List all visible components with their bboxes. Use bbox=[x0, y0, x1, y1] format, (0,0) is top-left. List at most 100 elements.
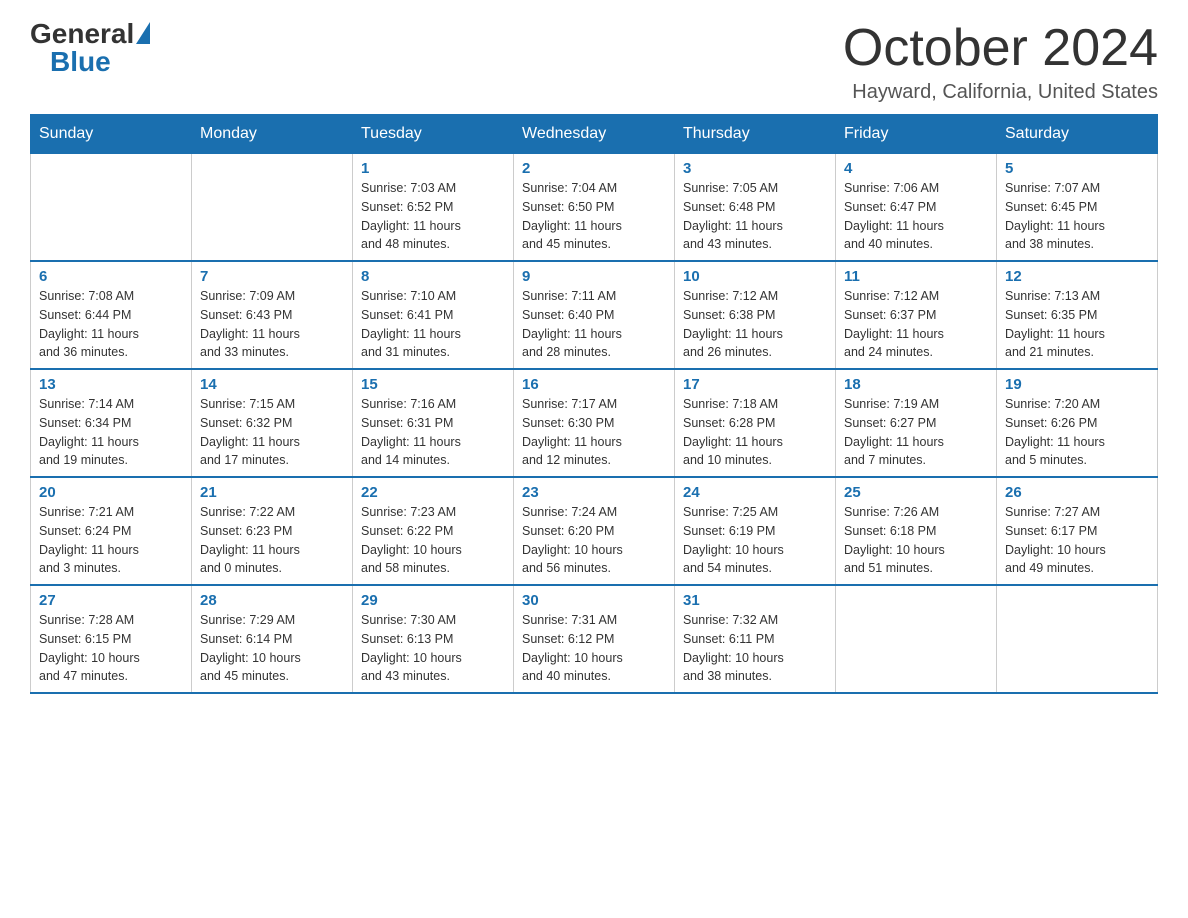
table-cell: 10Sunrise: 7:12 AM Sunset: 6:38 PM Dayli… bbox=[675, 261, 836, 369]
table-cell: 20 Sunrise: 7:21 AM Sunset: 6:24 PM Dayli… bbox=[31, 477, 192, 585]
table-cell: 28 Sunrise: 7:29 AM Sunset: 6:14 PM Dayli… bbox=[192, 585, 353, 693]
day-info: Sunrise: 7:11 AM Sunset: 6:40 PM Dayligh… bbox=[522, 287, 666, 362]
day-info: Sunrise: 7:17 AM Sunset: 6:30 PM Dayligh… bbox=[522, 395, 666, 470]
day-info: Sunrise: 7:18 AM Sunset: 6:28 PM Dayligh… bbox=[683, 395, 827, 470]
day-info: Sunrise: 7:30 AM Sunset: 6:13 PM Dayligh… bbox=[361, 611, 505, 686]
day-info: Sunrise: 7:25 AM Sunset: 6:19 PM Dayligh… bbox=[683, 503, 827, 578]
table-cell: 18 Sunrise: 7:19 AM Sunset: 6:27 PM Dayli… bbox=[836, 369, 997, 477]
day-number: 30 bbox=[522, 592, 666, 609]
day-info: Sunrise: 7:12 AM Sunset: 6:37 PM Dayligh… bbox=[844, 287, 988, 362]
header-row: SundayMondayTuesdayWednesdayThursdayFrid… bbox=[31, 115, 1158, 154]
day-info: Sunrise: 7:28 AM Sunset: 6:15 PM Dayligh… bbox=[39, 611, 183, 686]
week-row-2: 6Sunrise: 7:08 AM Sunset: 6:44 PM Daylig… bbox=[31, 261, 1158, 369]
day-info: Sunrise: 7:15 AM Sunset: 6:32 PM Dayligh… bbox=[200, 395, 344, 470]
day-number: 12 bbox=[1005, 268, 1149, 285]
header-friday: Friday bbox=[836, 115, 997, 154]
table-cell: 3 Sunrise: 7:05 AM Sunset: 6:48 PM Daylig… bbox=[675, 154, 836, 262]
day-number: 5 bbox=[1005, 160, 1149, 177]
table-cell: 31 Sunrise: 7:32 AM Sunset: 6:11 PM Dayli… bbox=[675, 585, 836, 693]
table-cell bbox=[997, 585, 1158, 693]
day-number: 25 bbox=[844, 484, 988, 501]
logo-triangle-icon bbox=[136, 22, 150, 44]
day-info: Sunrise: 7:12 AM Sunset: 6:38 PM Dayligh… bbox=[683, 287, 827, 362]
day-number: 16 bbox=[522, 376, 666, 393]
day-number: 23 bbox=[522, 484, 666, 501]
table-cell: 22 Sunrise: 7:23 AM Sunset: 6:22 PM Dayli… bbox=[353, 477, 514, 585]
table-cell: 2Sunrise: 7:04 AM Sunset: 6:50 PM Daylig… bbox=[514, 154, 675, 262]
table-cell: 8 Sunrise: 7:10 AM Sunset: 6:41 PM Daylig… bbox=[353, 261, 514, 369]
day-number: 31 bbox=[683, 592, 827, 609]
table-cell bbox=[836, 585, 997, 693]
table-cell bbox=[192, 154, 353, 262]
day-number: 14 bbox=[200, 376, 344, 393]
day-info: Sunrise: 7:23 AM Sunset: 6:22 PM Dayligh… bbox=[361, 503, 505, 578]
day-number: 19 bbox=[1005, 376, 1149, 393]
table-cell: 5 Sunrise: 7:07 AM Sunset: 6:45 PM Daylig… bbox=[997, 154, 1158, 262]
table-cell: 23 Sunrise: 7:24 AM Sunset: 6:20 PM Dayli… bbox=[514, 477, 675, 585]
day-info: Sunrise: 7:29 AM Sunset: 6:14 PM Dayligh… bbox=[200, 611, 344, 686]
day-info: Sunrise: 7:07 AM Sunset: 6:45 PM Dayligh… bbox=[1005, 179, 1149, 254]
header-sunday: Sunday bbox=[31, 115, 192, 154]
table-cell: 19Sunrise: 7:20 AM Sunset: 6:26 PM Dayli… bbox=[997, 369, 1158, 477]
day-info: Sunrise: 7:14 AM Sunset: 6:34 PM Dayligh… bbox=[39, 395, 183, 470]
day-info: Sunrise: 7:16 AM Sunset: 6:31 PM Dayligh… bbox=[361, 395, 505, 470]
table-cell: 13 Sunrise: 7:14 AM Sunset: 6:34 PM Dayli… bbox=[31, 369, 192, 477]
calendar-table: SundayMondayTuesdayWednesdayThursdayFrid… bbox=[30, 114, 1158, 694]
table-cell: 25 Sunrise: 7:26 AM Sunset: 6:18 PM Dayli… bbox=[836, 477, 997, 585]
day-number: 28 bbox=[200, 592, 344, 609]
day-number: 17 bbox=[683, 376, 827, 393]
day-info: Sunrise: 7:13 AM Sunset: 6:35 PM Dayligh… bbox=[1005, 287, 1149, 362]
main-title: October 2024 bbox=[843, 20, 1158, 77]
header-saturday: Saturday bbox=[997, 115, 1158, 154]
table-cell: 7 Sunrise: 7:09 AM Sunset: 6:43 PM Daylig… bbox=[192, 261, 353, 369]
table-cell: 1Sunrise: 7:03 AM Sunset: 6:52 PM Daylig… bbox=[353, 154, 514, 262]
table-cell: 21 Sunrise: 7:22 AM Sunset: 6:23 PM Dayli… bbox=[192, 477, 353, 585]
logo: General Blue bbox=[30, 20, 150, 76]
table-cell: 26 Sunrise: 7:27 AM Sunset: 6:17 PM Dayli… bbox=[997, 477, 1158, 585]
day-info: Sunrise: 7:26 AM Sunset: 6:18 PM Dayligh… bbox=[844, 503, 988, 578]
table-cell: 9Sunrise: 7:11 AM Sunset: 6:40 PM Daylig… bbox=[514, 261, 675, 369]
table-cell: 17 Sunrise: 7:18 AM Sunset: 6:28 PM Dayli… bbox=[675, 369, 836, 477]
table-cell: 6Sunrise: 7:08 AM Sunset: 6:44 PM Daylig… bbox=[31, 261, 192, 369]
day-number: 7 bbox=[200, 268, 344, 285]
day-number: 24 bbox=[683, 484, 827, 501]
day-info: Sunrise: 7:22 AM Sunset: 6:23 PM Dayligh… bbox=[200, 503, 344, 578]
table-cell: 15Sunrise: 7:16 AM Sunset: 6:31 PM Dayli… bbox=[353, 369, 514, 477]
table-cell: 29 Sunrise: 7:30 AM Sunset: 6:13 PM Dayli… bbox=[353, 585, 514, 693]
day-number: 4 bbox=[844, 160, 988, 177]
day-number: 21 bbox=[200, 484, 344, 501]
day-number: 20 bbox=[39, 484, 183, 501]
day-info: Sunrise: 7:24 AM Sunset: 6:20 PM Dayligh… bbox=[522, 503, 666, 578]
day-number: 8 bbox=[361, 268, 505, 285]
day-number: 18 bbox=[844, 376, 988, 393]
day-info: Sunrise: 7:09 AM Sunset: 6:43 PM Dayligh… bbox=[200, 287, 344, 362]
day-info: Sunrise: 7:27 AM Sunset: 6:17 PM Dayligh… bbox=[1005, 503, 1149, 578]
day-number: 2 bbox=[522, 160, 666, 177]
table-cell: 24 Sunrise: 7:25 AM Sunset: 6:19 PM Dayli… bbox=[675, 477, 836, 585]
table-cell: 14 Sunrise: 7:15 AM Sunset: 6:32 PM Dayli… bbox=[192, 369, 353, 477]
table-cell: 30Sunrise: 7:31 AM Sunset: 6:12 PM Dayli… bbox=[514, 585, 675, 693]
calendar-header: SundayMondayTuesdayWednesdayThursdayFrid… bbox=[31, 115, 1158, 154]
day-info: Sunrise: 7:08 AM Sunset: 6:44 PM Dayligh… bbox=[39, 287, 183, 362]
calendar-body: 1Sunrise: 7:03 AM Sunset: 6:52 PM Daylig… bbox=[31, 154, 1158, 694]
day-number: 22 bbox=[361, 484, 505, 501]
table-cell: 12 Sunrise: 7:13 AM Sunset: 6:35 PM Dayli… bbox=[997, 261, 1158, 369]
day-number: 3 bbox=[683, 160, 827, 177]
day-info: Sunrise: 7:32 AM Sunset: 6:11 PM Dayligh… bbox=[683, 611, 827, 686]
day-info: Sunrise: 7:05 AM Sunset: 6:48 PM Dayligh… bbox=[683, 179, 827, 254]
day-info: Sunrise: 7:19 AM Sunset: 6:27 PM Dayligh… bbox=[844, 395, 988, 470]
page-header: General Blue October 2024 Hayward, Calif… bbox=[30, 20, 1158, 104]
day-info: Sunrise: 7:10 AM Sunset: 6:41 PM Dayligh… bbox=[361, 287, 505, 362]
table-cell: 11Sunrise: 7:12 AM Sunset: 6:37 PM Dayli… bbox=[836, 261, 997, 369]
table-cell: 16 Sunrise: 7:17 AM Sunset: 6:30 PM Dayli… bbox=[514, 369, 675, 477]
header-wednesday: Wednesday bbox=[514, 115, 675, 154]
day-number: 1 bbox=[361, 160, 505, 177]
day-info: Sunrise: 7:21 AM Sunset: 6:24 PM Dayligh… bbox=[39, 503, 183, 578]
day-number: 13 bbox=[39, 376, 183, 393]
table-cell: 4Sunrise: 7:06 AM Sunset: 6:47 PM Daylig… bbox=[836, 154, 997, 262]
logo-blue-text: Blue bbox=[50, 48, 111, 76]
day-number: 26 bbox=[1005, 484, 1149, 501]
header-tuesday: Tuesday bbox=[353, 115, 514, 154]
week-row-5: 27Sunrise: 7:28 AM Sunset: 6:15 PM Dayli… bbox=[31, 585, 1158, 693]
day-number: 29 bbox=[361, 592, 505, 609]
